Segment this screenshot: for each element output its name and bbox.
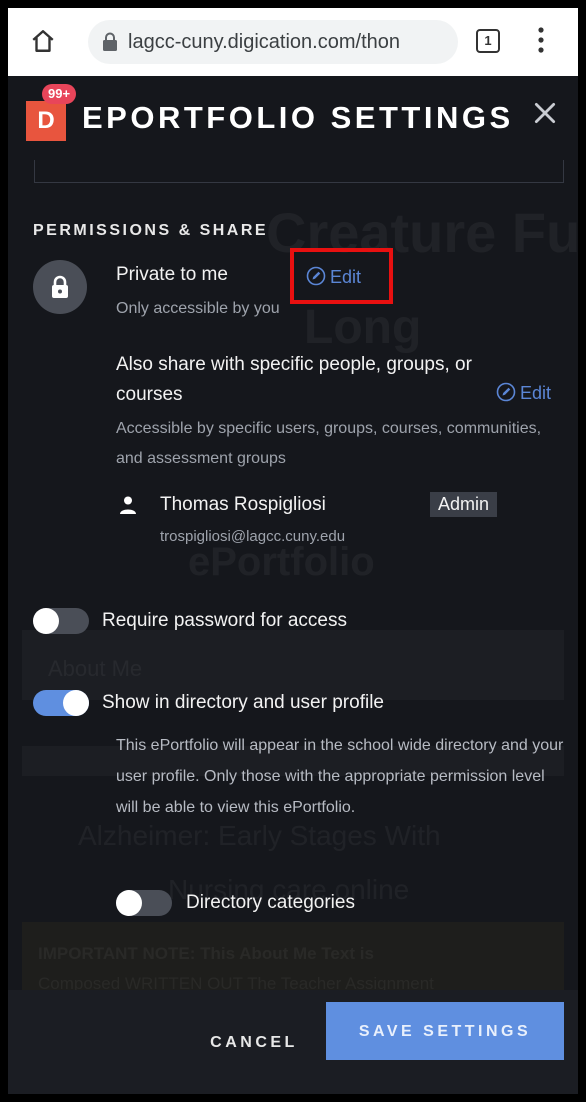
show-directory-label: Show in directory and user profile — [102, 692, 384, 713]
section-heading: PERMISSIONS & SHARE — [33, 222, 269, 239]
privacy-description: Only accessible by you — [116, 300, 280, 317]
lock-icon — [52, 275, 68, 298]
ghost-note-2: Composed WRITTEN OUT The Teacher Assignm… — [38, 974, 434, 990]
shared-user-name: Thomas Rospigliosi — [160, 494, 326, 515]
edit-share-link[interactable]: Edit — [496, 382, 551, 404]
save-settings-button[interactable]: SAVE SETTINGS — [326, 1002, 564, 1060]
cancel-button[interactable]: CANCEL — [194, 1020, 314, 1064]
modal-title: EPORTFOLIO SETTINGS — [82, 100, 514, 135]
toggle-knob — [116, 890, 142, 916]
url-bar[interactable]: lagcc-cuny.digication.com/thon — [88, 20, 458, 64]
modal-footer: CANCEL SAVE SETTINGS — [8, 990, 578, 1094]
browser-toolbar: lagcc-cuny.digication.com/thon 1 — [8, 8, 578, 76]
screen: lagcc-cuny.digication.com/thon 1 D 99+ E… — [8, 8, 578, 1094]
notification-badge: 99+ — [42, 84, 77, 104]
ghost-heading-2: Long — [304, 301, 422, 354]
ghost-nav-label: About Me — [48, 656, 143, 681]
privacy-lock-badge — [33, 260, 87, 314]
share-label: Also share with specific people, groups,… — [116, 354, 472, 405]
shared-user-email: trospigliosi@lagcc.cuny.edu — [160, 528, 346, 545]
show-directory-description: This ePortfolio will appear in the schoo… — [116, 737, 564, 816]
privacy-label: Private to me — [116, 264, 228, 285]
ghost-subtitle: Alzheimer: Early Stages With — [78, 820, 441, 851]
directory-categories-toggle[interactable] — [116, 890, 172, 916]
digication-logo: D — [26, 101, 66, 141]
edit-icon — [496, 382, 516, 402]
home-icon[interactable] — [30, 28, 56, 54]
secure-lock-icon — [103, 32, 117, 51]
require-password-toggle[interactable] — [33, 608, 89, 634]
modal-header: D 99+ EPORTFOLIO SETTINGS — [8, 76, 578, 160]
annotation-highlight-box — [290, 248, 393, 304]
tab-switcher-button[interactable]: 1 — [476, 29, 500, 53]
toggle-knob — [63, 690, 89, 716]
person-icon — [120, 496, 136, 514]
edit-share-label: Edit — [520, 383, 552, 403]
shared-user-role-badge: Admin — [430, 492, 498, 517]
require-password-label: Require password for access — [102, 610, 347, 631]
more-vert-icon[interactable] — [538, 26, 544, 54]
ghost-note: IMPORTANT NOTE: This About Me Text is — [38, 944, 374, 963]
url-text: lagcc-cuny.digication.com/thon — [128, 31, 400, 53]
share-description: Accessible by specific users, groups, co… — [116, 420, 542, 467]
modal-body: Creature Full Long ePortfolio About Me A… — [8, 160, 578, 990]
ghost-heading-3: ePortfolio — [188, 540, 375, 584]
toggle-knob — [33, 608, 59, 634]
close-icon[interactable] — [532, 100, 558, 126]
show-directory-toggle[interactable] — [33, 690, 89, 716]
directory-categories-label: Directory categories — [186, 892, 355, 913]
previous-field-outline — [34, 160, 564, 183]
